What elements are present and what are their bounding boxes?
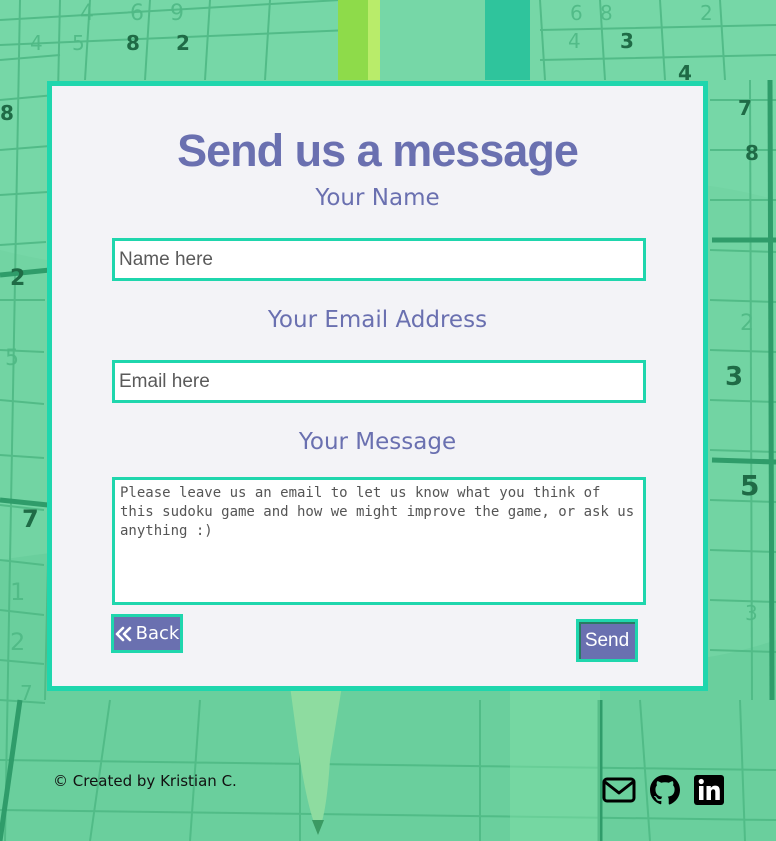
email-input[interactable] [112,360,646,403]
name-label: Your Name [315,185,440,211]
footer-credit: © Created by Kristian C. [53,772,237,790]
message-textarea[interactable] [112,477,646,605]
svg-text:6: 6 [570,1,583,25]
svg-text:2: 2 [740,311,754,336]
svg-text:2: 2 [700,1,713,25]
send-button[interactable]: Send [576,619,638,662]
svg-text:2: 2 [10,628,25,656]
page-title: Send us a message [177,125,579,176]
svg-text:1: 1 [10,578,25,606]
svg-text:2: 2 [176,31,190,55]
svg-text:5: 5 [72,31,85,55]
svg-text:3: 3 [725,362,743,392]
svg-text:4: 4 [30,31,43,55]
github-icon[interactable] [648,774,682,806]
linkedin-icon[interactable] [692,774,726,806]
svg-text:4: 4 [80,1,94,26]
svg-text:4: 4 [568,29,581,53]
svg-text:5: 5 [5,346,19,371]
double-chevron-left-icon [115,626,131,641]
back-button-label: Back [135,623,180,644]
svg-text:7: 7 [20,681,33,705]
svg-text:8: 8 [745,141,759,165]
svg-text:3: 3 [745,601,758,625]
svg-text:8: 8 [600,1,613,25]
svg-text:6: 6 [130,1,144,26]
svg-text:3: 3 [620,29,634,53]
svg-text:8: 8 [126,31,140,55]
svg-text:8: 8 [0,101,14,125]
message-label: Your Message [298,429,457,455]
envelope-icon[interactable] [602,774,636,806]
name-input[interactable] [112,238,646,281]
email-label: Your Email Address [267,307,488,333]
svg-text:9: 9 [170,1,184,26]
svg-text:7: 7 [22,505,39,533]
contact-form-card: Send us a message Your Name Your Email A… [47,81,708,691]
svg-text:7: 7 [738,96,752,120]
back-button[interactable]: Back [111,614,183,653]
svg-text:2: 2 [10,266,25,291]
svg-text:5: 5 [740,469,759,502]
send-button-label: Send [584,629,630,651]
